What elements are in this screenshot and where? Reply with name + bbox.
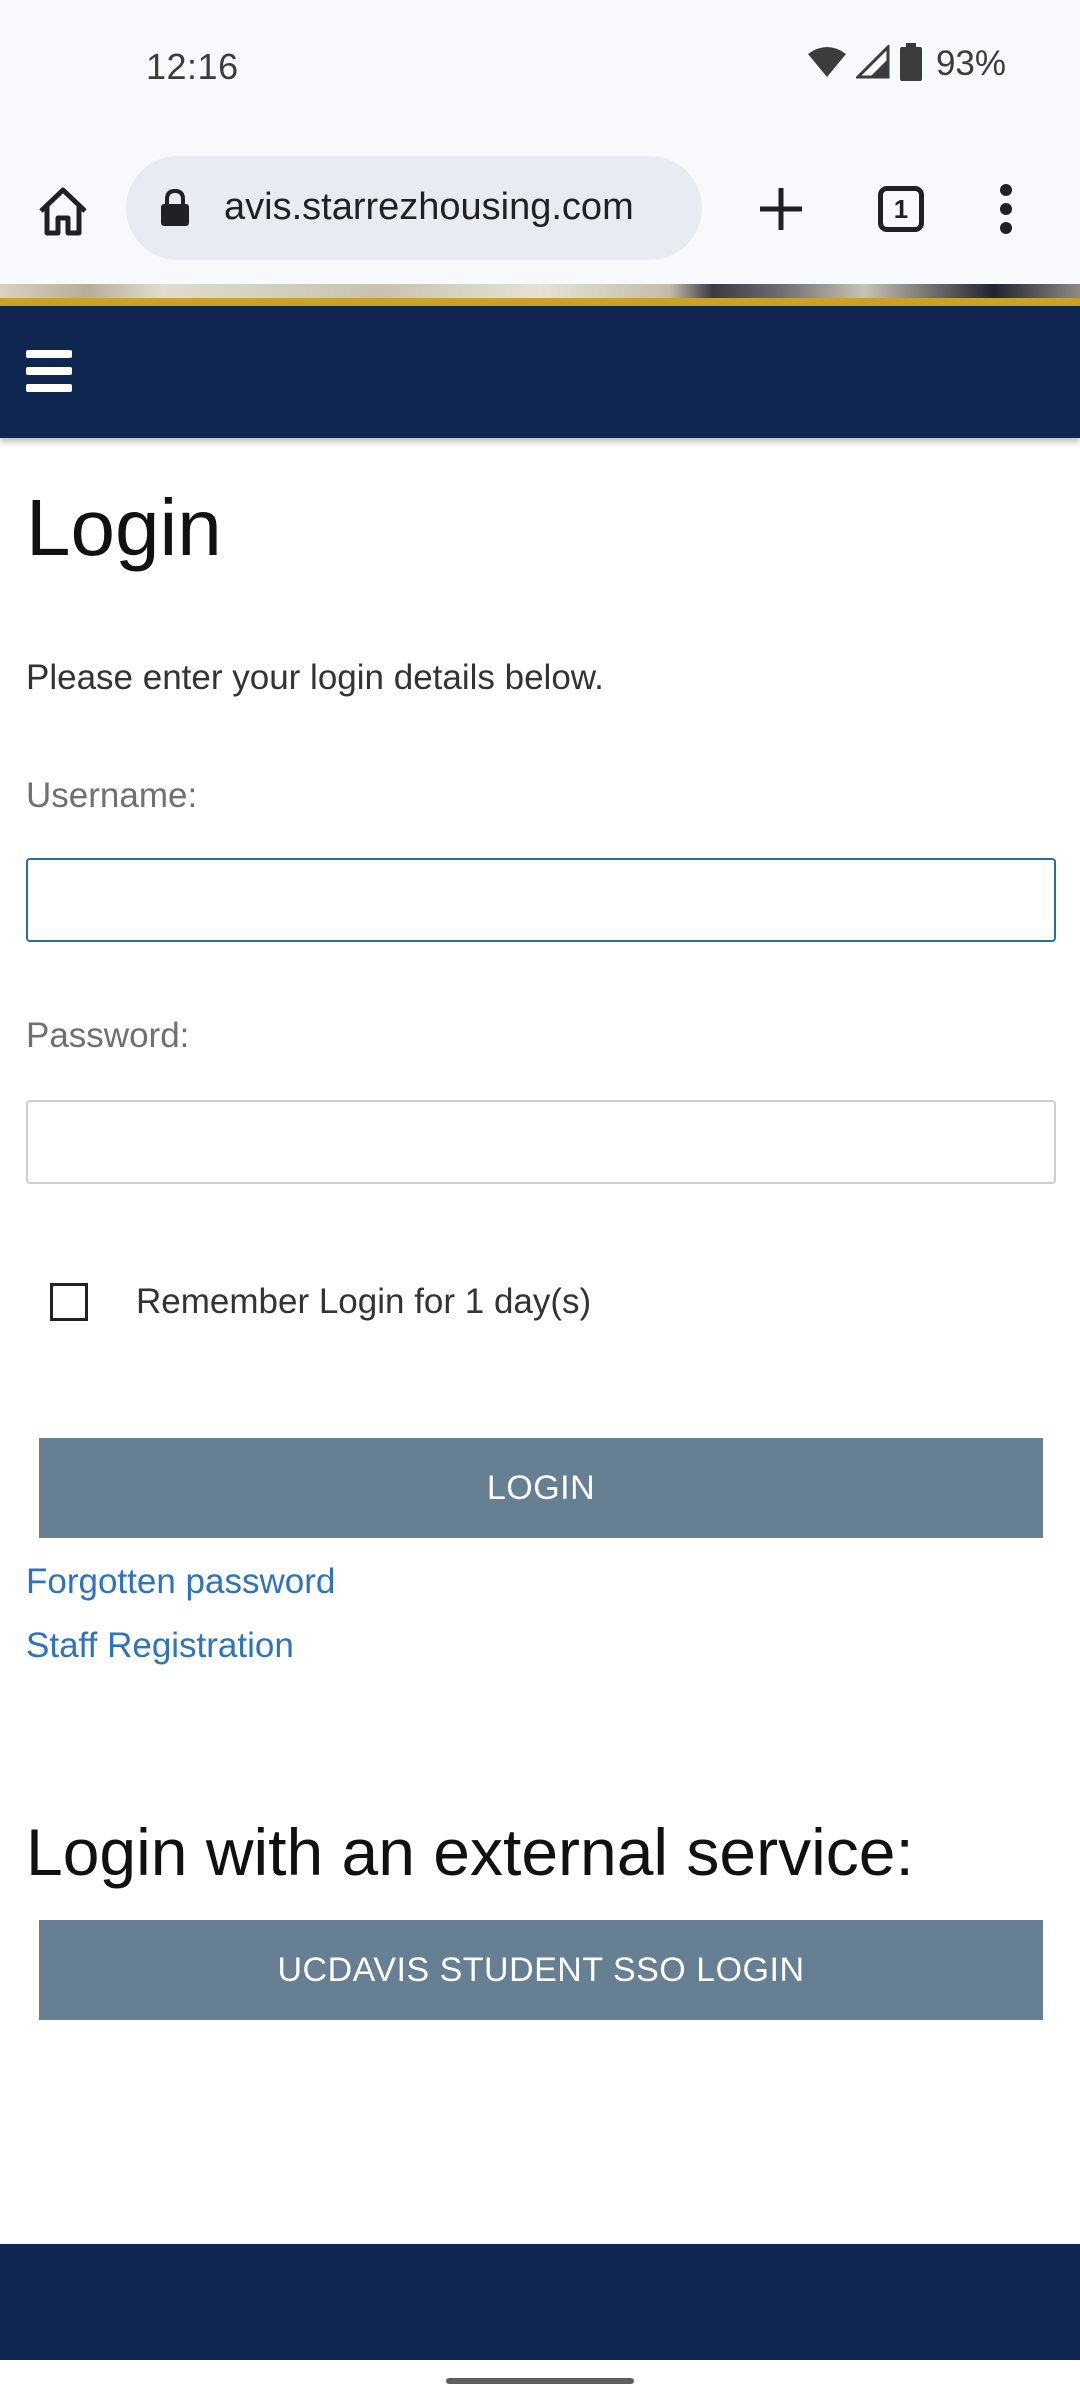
gesture-handle[interactable] (446, 2378, 634, 2384)
url-text[interactable]: avis.starrezhousing.com (224, 186, 634, 229)
username-input[interactable] (26, 858, 1056, 942)
browser-toolbar: avis.starrezhousing.com 1 (0, 136, 1080, 284)
password-input[interactable] (26, 1100, 1056, 1184)
username-label: Username: (26, 776, 198, 815)
external-login-title: Login with an external service: (26, 1815, 914, 1889)
battery-icon (899, 42, 922, 86)
page: 12:16 93% avis.starrezhousing.com 1 Logi… (0, 0, 1080, 2400)
tab-switcher-button[interactable]: 1 (868, 176, 934, 242)
forgotten-password-link[interactable]: Forgotten password (26, 1562, 335, 1602)
remember-checkbox[interactable] (50, 1283, 88, 1321)
site-header (0, 306, 1080, 438)
login-button[interactable]: LOGIN (39, 1438, 1043, 1538)
staff-registration-link[interactable]: Staff Registration (26, 1626, 294, 1666)
home-icon[interactable] (30, 178, 96, 244)
page-title: Login (26, 483, 222, 572)
intro-text: Please enter your login details below. (26, 658, 604, 697)
remember-label[interactable]: Remember Login for 1 day(s) (136, 1282, 591, 1322)
hamburger-menu-icon[interactable] (26, 350, 72, 392)
battery-percent: 93% (935, 44, 1006, 83)
password-label: Password: (26, 1016, 190, 1055)
address-bar[interactable]: avis.starrezhousing.com (126, 156, 702, 260)
login-form: Login Please enter your login details be… (26, 470, 1056, 2020)
status-icons: 93% (807, 42, 1006, 86)
status-bar: 12:16 93% (0, 0, 1080, 136)
cell-signal-icon (854, 42, 890, 84)
wifi-icon (807, 46, 846, 83)
sso-login-button[interactable]: UCDAVIS STUDENT SSO LOGIN (39, 1920, 1043, 2020)
system-nav-bar (0, 2360, 1080, 2400)
status-time: 12:16 (146, 46, 239, 87)
site-footer (0, 2244, 1080, 2360)
tab-switcher-icon: 1 (878, 186, 924, 232)
lock-icon[interactable] (160, 188, 190, 232)
remember-login[interactable]: Remember Login for 1 day(s) (50, 1282, 591, 1322)
banner-accent-line (0, 298, 1080, 306)
plus-icon[interactable] (748, 176, 814, 242)
more-vert-icon[interactable] (984, 176, 1028, 242)
